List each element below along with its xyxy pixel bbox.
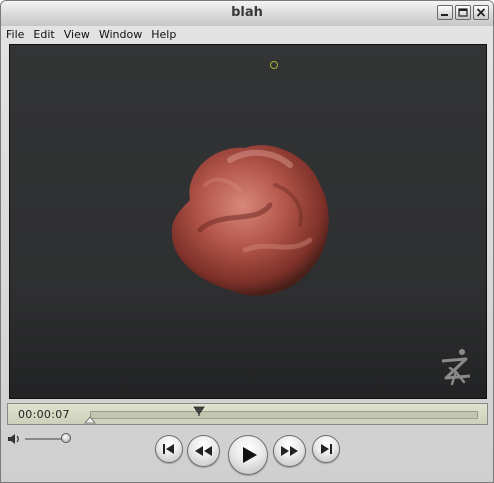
menu-window[interactable]: Window (94, 27, 146, 44)
play-icon (243, 447, 257, 463)
menu-edit[interactable]: Edit (28, 27, 58, 44)
window-title: blah (231, 5, 263, 20)
fast-forward-button[interactable] (273, 435, 306, 467)
skip-back-button[interactable] (155, 435, 183, 463)
current-time: 00:00:07 (18, 408, 70, 421)
close-button[interactable] (473, 5, 489, 20)
menu-view[interactable]: View (59, 27, 94, 44)
minimize-button[interactable] (437, 5, 453, 20)
maximize-button[interactable] (455, 5, 471, 20)
playhead[interactable] (192, 406, 205, 416)
close-icon (476, 8, 486, 17)
menu-bar: File Edit View Window Help (1, 27, 493, 44)
maximize-icon (458, 8, 468, 17)
video-viewport[interactable] (9, 44, 487, 399)
rewind-button[interactable] (187, 435, 220, 467)
play-button[interactable] (228, 435, 268, 475)
transport-controls (1, 429, 493, 482)
window-controls (437, 5, 489, 20)
skip-back-icon (163, 444, 174, 454)
minimize-icon (441, 14, 448, 16)
menu-help[interactable]: Help (146, 27, 180, 44)
menu-file[interactable]: File (1, 27, 28, 44)
sculpted-blob (171, 145, 329, 296)
skip-forward-icon (321, 444, 332, 454)
selection-start-marker[interactable] (84, 416, 96, 424)
timeline-bar: 00:00:07 (7, 403, 488, 425)
scrub-track[interactable] (90, 411, 478, 419)
skip-forward-button[interactable] (312, 435, 340, 463)
rewind-icon (195, 446, 212, 456)
fast-forward-icon (281, 446, 298, 456)
zbrush-logo (441, 349, 471, 386)
title-bar[interactable]: blah (1, 1, 493, 26)
cursor-marker (270, 61, 278, 69)
app-window: blah File Edit View Window Help 00:00:07 (0, 0, 494, 483)
